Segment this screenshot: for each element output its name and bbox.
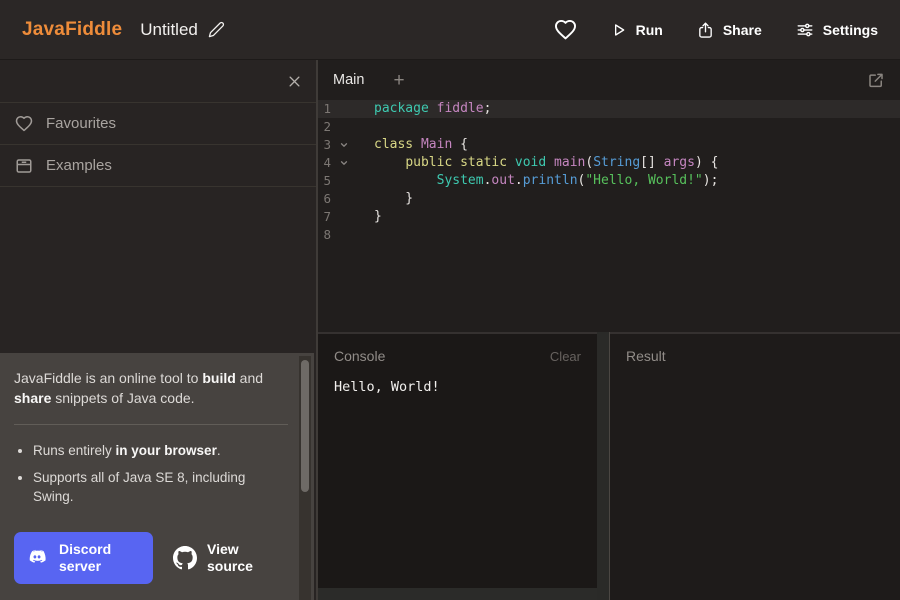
edit-title-icon[interactable]	[208, 21, 225, 38]
document-title[interactable]: Untitled	[140, 20, 198, 40]
brand-logo[interactable]: JavaFiddle	[22, 19, 122, 41]
about-intro: JavaFiddle is an online tool to build an…	[14, 368, 288, 409]
console-result-splitter[interactable]	[597, 332, 610, 600]
settings-sliders-icon	[796, 21, 814, 39]
console-horizontal-splitter[interactable]	[318, 588, 597, 600]
line-number: 6	[318, 190, 331, 208]
line-number: 5	[318, 172, 331, 190]
code-line[interactable]: 5 System.out.println("Hello, World!");	[318, 172, 900, 190]
code-text: package fiddle;	[374, 100, 491, 118]
line-number: 1	[318, 100, 331, 118]
share-icon	[697, 21, 714, 39]
about-bullet: Runs entirely in your browser.	[33, 442, 288, 461]
code-text: public static void main(String[] args) {	[374, 154, 718, 172]
about-buttons: Discord server View source	[14, 532, 288, 588]
code-line[interactable]: 2	[318, 118, 900, 136]
fold-spacer	[337, 172, 351, 190]
sidebar: Favourites Examples JavaFiddle is an onl…	[0, 60, 316, 600]
code-text: }	[374, 208, 382, 226]
line-number: 3	[318, 136, 331, 154]
line-number: 4	[318, 154, 331, 172]
discord-server-button[interactable]: Discord server	[14, 532, 153, 584]
archive-box-icon	[15, 157, 33, 175]
code-line[interactable]: 4 public static void main(String[] args)…	[318, 154, 900, 172]
github-icon	[173, 546, 197, 570]
favourites-label: Favourites	[46, 115, 116, 132]
fold-spacer	[337, 100, 351, 118]
fold-spacer	[337, 190, 351, 208]
editor-panel: Main + 1package fiddle;23class Main {4 p…	[318, 60, 900, 332]
console-output: Hello, World!	[334, 379, 581, 397]
fold-spacer	[337, 226, 351, 244]
code-text: }	[374, 190, 413, 208]
close-sidebar-icon[interactable]	[287, 74, 302, 89]
code-line[interactable]: 3 class Main {	[318, 136, 900, 154]
code-line[interactable]: 6 }	[318, 190, 900, 208]
about-bullet-list: Runs entirely in your browser. Supports a…	[20, 442, 288, 517]
console-clear-button[interactable]: Clear	[550, 349, 581, 364]
result-title: Result	[626, 348, 666, 364]
about-panel: JavaFiddle is an online tool to build an…	[0, 353, 314, 600]
fold-spacer	[337, 208, 351, 226]
discord-button-label: Discord server	[59, 541, 111, 576]
favourite-heart-icon[interactable]	[554, 19, 577, 40]
javafiddle-app: JavaFiddle Untitled Run Share Settings	[0, 0, 900, 600]
console-title: Console	[334, 348, 385, 364]
discord-icon	[26, 549, 48, 567]
fold-spacer	[337, 118, 351, 136]
run-label: Run	[636, 22, 663, 38]
fold-chevron-icon[interactable]	[337, 136, 351, 154]
result-panel: Result	[610, 332, 900, 600]
examples-label: Examples	[46, 157, 112, 174]
view-source-label: View source	[207, 541, 253, 576]
share-button[interactable]: Share	[697, 21, 762, 39]
console-panel: Console Clear Hello, World!	[318, 332, 597, 588]
result-header: Result	[610, 334, 900, 364]
line-number: 7	[318, 208, 331, 226]
about-bullet: Supports all of Java SE 8, including Swi…	[33, 469, 288, 507]
heart-icon	[15, 115, 33, 132]
settings-button[interactable]: Settings	[796, 21, 878, 39]
line-number: 2	[318, 118, 331, 136]
code-line[interactable]: 1 package fiddle;	[318, 100, 900, 118]
sidebar-item-favourites[interactable]: Favourites	[0, 103, 316, 145]
sidebar-close-row	[0, 60, 316, 103]
line-number: 8	[318, 226, 331, 244]
about-scrollbar-thumb[interactable]	[301, 360, 309, 492]
new-tab-button[interactable]: +	[393, 71, 404, 90]
sidebar-item-examples[interactable]: Examples	[0, 145, 316, 187]
code-editor[interactable]: 1package fiddle;23class Main {4 public s…	[318, 100, 900, 244]
console-header: Console Clear	[318, 334, 597, 364]
view-source-button[interactable]: View source	[173, 541, 265, 576]
tab-main[interactable]: Main	[333, 72, 364, 88]
fold-chevron-icon[interactable]	[337, 154, 351, 172]
about-divider	[14, 424, 288, 425]
open-external-icon[interactable]	[867, 71, 885, 89]
code-line[interactable]: 8	[318, 226, 900, 244]
about-scrollbar-track[interactable]	[299, 356, 311, 600]
code-text: class Main {	[374, 136, 468, 154]
run-button[interactable]: Run	[611, 22, 663, 38]
settings-label: Settings	[823, 22, 878, 38]
editor-tabbar: Main +	[318, 60, 900, 100]
code-text: System.out.println("Hello, World!");	[374, 172, 718, 190]
share-label: Share	[723, 22, 762, 38]
play-icon	[611, 22, 627, 38]
code-line[interactable]: 7}	[318, 208, 900, 226]
header-actions: Run Share Settings	[554, 19, 878, 40]
header: JavaFiddle Untitled Run Share Settings	[0, 0, 900, 60]
